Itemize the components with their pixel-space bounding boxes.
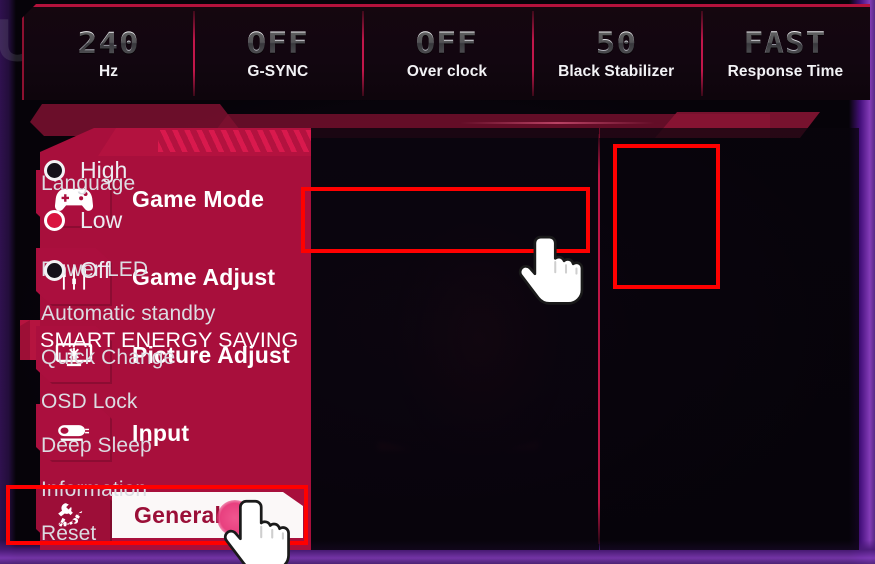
stat-black-stabilizer: 50 Black Stabilizer <box>531 7 701 100</box>
radio-option-off[interactable]: Off <box>44 250 234 290</box>
hand-cursor-general <box>221 495 305 564</box>
radio-option-high[interactable]: High <box>44 150 234 190</box>
stat-label: Over clock <box>406 63 488 80</box>
osd-value-panel <box>600 128 859 550</box>
radio-option-low[interactable]: Low <box>44 200 234 240</box>
menu-item-label: Quick Change <box>41 346 176 369</box>
radio-option-label: Low <box>80 206 123 233</box>
stat-value: FAST <box>744 26 827 60</box>
menu-item-quick-change[interactable]: Quick Change <box>14 336 302 380</box>
stat-value: OFF <box>246 26 309 60</box>
osd-menu-list <box>311 128 599 550</box>
stat-refresh-rate: 240 Hz <box>24 7 193 100</box>
menu-item-automatic-standby[interactable]: Automatic standby <box>14 292 302 336</box>
stat-value: OFF <box>415 26 479 60</box>
hand-cursor-smart-energy-saving <box>516 231 598 317</box>
radio-option-label: Off <box>80 256 111 283</box>
stat-label: Black Stabilizer <box>558 63 675 80</box>
stat-value: 50 <box>595 26 637 60</box>
stat-label: G-SYNC <box>247 63 309 80</box>
menu-item-label: Reset <box>41 522 97 545</box>
stat-label: Hz <box>99 63 119 80</box>
decor-hairline <box>460 122 655 124</box>
menu-item-label: OSD Lock <box>41 390 138 413</box>
stat-overclock: OFF Over clock <box>362 7 531 100</box>
status-header-bar: 240 Hz OFF G-SYNC OFF Over clock 50 Blac… <box>22 4 870 100</box>
radio-option-label: High <box>80 156 128 183</box>
radio-dot-icon-selected <box>44 209 65 231</box>
stat-label: Response Time <box>727 63 844 80</box>
menu-item-osd-lock[interactable]: OSD Lock <box>14 380 302 424</box>
menu-item-deep-sleep[interactable]: Deep Sleep <box>14 424 302 468</box>
monitor-screen: UltraGearTM 240 Hz OFF G-SYNC OFF Over c… <box>0 0 875 564</box>
radio-dot-icon <box>44 259 65 281</box>
menu-item-label: Automatic standby <box>41 302 216 325</box>
osd-menu: Game Mode Game Adjust Picture Adjust Inp… <box>14 128 859 550</box>
stat-response-time: FAST Response Time <box>700 7 870 100</box>
radio-dot-icon <box>44 159 65 181</box>
stat-value: 240 <box>77 26 140 60</box>
stat-gsync: OFF G-SYNC <box>193 7 362 100</box>
menu-item-label: Information <box>41 478 148 501</box>
menu-item-label: Deep Sleep <box>41 434 152 457</box>
